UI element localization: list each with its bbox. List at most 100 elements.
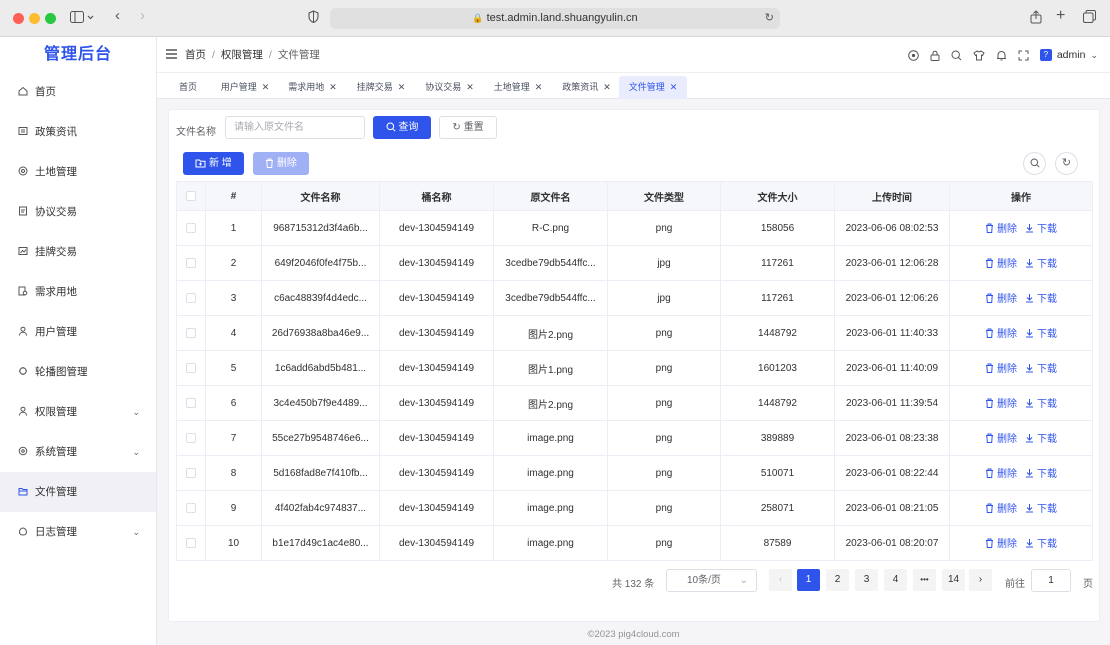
reload-icon[interactable]: ↻ — [765, 8, 774, 29]
row-delete-button[interactable]: 删除 — [985, 325, 1017, 340]
row-download-button[interactable]: 下载 — [1025, 360, 1057, 375]
page-number[interactable]: 3 — [855, 569, 878, 591]
sidebar-item[interactable]: 权限管理 ⌄ — [0, 392, 156, 432]
sidebar-item[interactable]: 日志管理 ⌄ — [0, 512, 156, 552]
sidebar-item[interactable]: 需求用地 — [0, 272, 156, 312]
page-ellipsis[interactable]: ••• — [913, 569, 936, 591]
row-checkbox[interactable] — [186, 502, 196, 513]
app-logo[interactable]: 管理后台 — [0, 37, 156, 73]
forward-icon[interactable]: › — [140, 7, 145, 24]
row-delete-button[interactable]: 删除 — [985, 395, 1017, 410]
row-download-button[interactable]: 下载 — [1025, 290, 1057, 305]
privacy-shield-icon[interactable] — [308, 10, 319, 26]
close-icon[interactable]: ✕ — [398, 82, 406, 92]
github-icon[interactable] — [908, 49, 919, 61]
add-button[interactable]: 新 增 — [183, 152, 244, 175]
toggle-search-button[interactable] — [1023, 152, 1046, 175]
maximize-window-button[interactable] — [45, 13, 56, 24]
goto-page-input[interactable]: 1 — [1031, 569, 1071, 592]
tab[interactable]: 文件管理 ✕ — [619, 76, 687, 99]
row-checkbox[interactable] — [186, 432, 196, 443]
new-tab-icon[interactable]: + — [1056, 7, 1065, 25]
minimize-window-button[interactable] — [29, 13, 40, 24]
reset-button[interactable]: ↻ 重置 — [439, 116, 497, 139]
row-download-button[interactable]: 下载 — [1025, 430, 1057, 445]
sidebar-item[interactable]: 文件管理 — [0, 472, 156, 512]
theme-icon[interactable] — [973, 49, 985, 61]
sidebar-item[interactable]: 挂牌交易 — [0, 232, 156, 272]
row-download-button[interactable]: 下载 — [1025, 500, 1057, 515]
row-download-button[interactable]: 下载 — [1025, 395, 1057, 410]
tab-overview-icon[interactable] — [1083, 10, 1096, 26]
row-download-button[interactable]: 下载 — [1025, 255, 1057, 270]
batch-delete-button[interactable]: 删除 — [253, 152, 309, 175]
row-checkbox[interactable] — [186, 397, 196, 408]
sidebar-item[interactable]: 土地管理 — [0, 152, 156, 192]
address-bar[interactable]: 🔒 test.admin.land.shuangyulin.cn ↻ — [330, 8, 780, 29]
prev-page-button[interactable]: ‹ — [769, 569, 792, 591]
close-icon[interactable]: ✕ — [535, 82, 543, 92]
row-delete-button[interactable]: 删除 — [985, 290, 1017, 305]
select-all-cell[interactable] — [176, 181, 206, 211]
row-checkbox[interactable] — [186, 292, 196, 303]
row-checkbox[interactable] — [186, 222, 196, 233]
row-checkbox[interactable] — [186, 467, 196, 478]
tab[interactable]: 挂牌交易 ✕ — [351, 76, 411, 99]
tab[interactable]: 政策资讯 ✕ — [556, 76, 617, 99]
notification-icon[interactable] — [996, 49, 1007, 61]
row-download-button[interactable]: 下载 — [1025, 220, 1057, 235]
close-icon[interactable]: ✕ — [466, 82, 474, 92]
row-delete-button[interactable]: 删除 — [985, 220, 1017, 235]
row-select-cell[interactable] — [176, 525, 206, 561]
page-number[interactable]: 4 — [884, 569, 907, 591]
row-download-button[interactable]: 下载 — [1025, 465, 1057, 480]
sidebar-item[interactable]: 轮播图管理 — [0, 352, 156, 392]
row-checkbox[interactable] — [186, 327, 196, 338]
close-window-button[interactable] — [13, 13, 24, 24]
query-button[interactable]: 查询 — [373, 116, 431, 139]
select-all-checkbox[interactable] — [186, 190, 196, 201]
page-number[interactable]: 2 — [826, 569, 849, 591]
close-icon[interactable]: ✕ — [262, 82, 270, 92]
row-select-cell[interactable] — [176, 490, 206, 526]
sidebar-item[interactable]: 政策资讯 — [0, 112, 156, 152]
file-name-input[interactable]: 请输入原文件名 — [225, 116, 365, 139]
refresh-table-button[interactable]: ↻ — [1055, 152, 1078, 175]
row-select-cell[interactable] — [176, 455, 206, 491]
row-select-cell[interactable] — [176, 245, 206, 281]
share-icon[interactable] — [1030, 10, 1042, 27]
row-download-button[interactable]: 下载 — [1025, 535, 1057, 550]
breadcrumb-home[interactable]: 首页 — [185, 49, 206, 61]
close-icon[interactable]: ✕ — [329, 82, 337, 92]
page-size-select[interactable]: 10条/页 ⌄ — [666, 569, 757, 592]
fullscreen-icon[interactable] — [1018, 49, 1029, 61]
row-select-cell[interactable] — [176, 350, 206, 386]
row-select-cell[interactable] — [176, 315, 206, 351]
page-number[interactable]: 14 — [942, 569, 965, 591]
row-download-button[interactable]: 下载 — [1025, 325, 1057, 340]
row-delete-button[interactable]: 删除 — [985, 360, 1017, 375]
lock-screen-icon[interactable] — [930, 49, 940, 61]
tab[interactable]: 首页 — [169, 76, 207, 99]
tab[interactable]: 用户管理 ✕ — [215, 76, 275, 99]
sidebar-toggle-icon[interactable] — [70, 10, 94, 27]
row-select-cell[interactable] — [176, 210, 206, 246]
row-checkbox[interactable] — [186, 257, 196, 268]
row-checkbox[interactable] — [186, 537, 196, 548]
breadcrumb-permission[interactable]: 权限管理 — [221, 49, 263, 61]
close-icon[interactable]: ✕ — [603, 82, 611, 92]
row-delete-button[interactable]: 删除 — [985, 255, 1017, 270]
sidebar-item[interactable]: 系统管理 ⌄ — [0, 432, 156, 472]
row-checkbox[interactable] — [186, 362, 196, 373]
user-menu[interactable]: ? admin ⌄ — [1039, 49, 1098, 61]
tab[interactable]: 需求用地 ✕ — [282, 76, 343, 99]
row-select-cell[interactable] — [176, 420, 206, 456]
row-select-cell[interactable] — [176, 385, 206, 421]
row-delete-button[interactable]: 删除 — [985, 535, 1017, 550]
sidebar-item[interactable]: 用户管理 — [0, 312, 156, 352]
row-delete-button[interactable]: 删除 — [985, 500, 1017, 515]
row-select-cell[interactable] — [176, 280, 206, 316]
row-delete-button[interactable]: 删除 — [985, 430, 1017, 445]
sidebar-item[interactable]: 协议交易 — [0, 192, 156, 232]
row-delete-button[interactable]: 删除 — [985, 465, 1017, 480]
